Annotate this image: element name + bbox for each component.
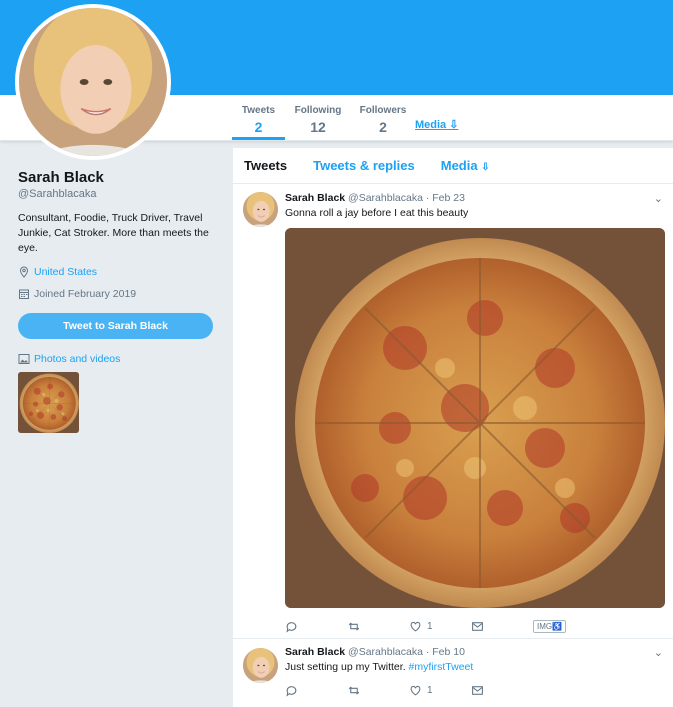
tweet-date[interactable]: · Feb 23	[426, 192, 465, 204]
reply-icon	[286, 686, 297, 697]
stat-media-link[interactable]: Media ⇩	[415, 118, 458, 131]
tweet-author-handle[interactable]: @Sarahblacaka	[348, 192, 423, 204]
profile-location[interactable]: United States	[18, 266, 97, 278]
tab-tweets-replies[interactable]: Tweets & replies	[313, 158, 415, 173]
tweet-text: Just setting up my Twitter. #myfirstTwee…	[285, 661, 474, 673]
stat-followers[interactable]: Followers 2	[356, 95, 410, 140]
retweet-icon	[348, 622, 360, 631]
tweet-avatar[interactable]	[243, 192, 278, 227]
photos-videos-label[interactable]: Photos and videos	[34, 353, 120, 365]
tweet-header: Sarah Black @Sarahblacaka · Feb 23	[285, 192, 465, 204]
like-count: 1	[427, 685, 433, 696]
stat-followers-label: Followers	[359, 105, 407, 116]
like-button[interactable]: 1	[409, 684, 471, 697]
like-count: 1	[427, 621, 433, 632]
stat-following-label: Following	[294, 105, 342, 116]
photos-videos-link[interactable]: Photos and videos	[18, 353, 120, 365]
stat-tweets-value: 2	[254, 119, 263, 135]
stat-followers-value: 2	[379, 119, 387, 135]
timeline-tabs: Tweets Tweets & replies Media ⇩	[233, 148, 673, 184]
message-icon	[472, 622, 483, 631]
location-text[interactable]: United States	[34, 266, 97, 278]
tweet-actions: 1 IMG♿	[285, 620, 595, 633]
hashtag-link[interactable]: #myfirstTweet	[409, 661, 474, 673]
calendar-icon	[19, 289, 29, 299]
stat-following-value: 12	[310, 119, 326, 135]
heart-icon	[410, 685, 421, 696]
tweet-header: Sarah Black @Sarahblacaka · Feb 10	[285, 646, 465, 658]
tweet-item[interactable]: Sarah Black @Sarahblacaka · Feb 23 ⌄ Gon…	[233, 184, 673, 639]
tweet-author-handle[interactable]: @Sarahblacaka	[348, 646, 423, 658]
like-button[interactable]: 1	[409, 620, 471, 633]
tweet-author-name[interactable]: Sarah Black	[285, 646, 345, 658]
tweet-date[interactable]: · Feb 10	[426, 646, 465, 658]
photo-icon	[18, 354, 30, 364]
joined-text: Joined February 2019	[34, 288, 137, 300]
tab-media[interactable]: Media ⇩	[441, 158, 490, 173]
tweet-avatar[interactable]	[243, 648, 278, 683]
retweet-icon	[348, 686, 360, 695]
tweet-image[interactable]	[285, 228, 665, 608]
tab-tweets[interactable]: Tweets	[244, 158, 287, 173]
profile-name[interactable]: Sarah Black	[18, 169, 104, 186]
timeline: Tweets Tweets & replies Media ⇩ Sarah Bl…	[233, 148, 673, 707]
reply-button[interactable]	[285, 620, 347, 633]
tweet-author-name[interactable]: Sarah Black	[285, 192, 345, 204]
img-tag: IMG♿	[533, 620, 595, 633]
stat-following[interactable]: Following 12	[290, 95, 346, 140]
profile-handle[interactable]: @Sarahblacaka	[18, 188, 96, 200]
media-thumbnail[interactable]	[18, 372, 79, 433]
chevron-down-icon[interactable]: ⌄	[654, 646, 663, 659]
message-button[interactable]	[471, 620, 533, 633]
message-icon	[472, 686, 483, 695]
profile-avatar[interactable]	[15, 4, 171, 160]
location-pin-icon	[19, 266, 29, 278]
tweet-item[interactable]: Sarah Black @Sarahblacaka · Feb 10 ⌄ Jus…	[233, 640, 673, 707]
tweet-actions: 1	[285, 684, 533, 697]
profile-bio: Consultant, Foodie, Truck Driver, Travel…	[18, 212, 209, 254]
tweet-text: Gonna roll a jay before I eat this beaut…	[285, 207, 469, 219]
tweet-to-button[interactable]: Tweet to Sarah Black	[18, 313, 213, 339]
reply-button[interactable]	[285, 684, 347, 697]
stat-tweets-label: Tweets	[241, 105, 276, 116]
stat-tweets[interactable]: Tweets 2	[232, 95, 285, 140]
retweet-button[interactable]	[347, 620, 409, 633]
profile-joined: Joined February 2019	[18, 288, 136, 300]
chevron-down-icon[interactable]: ⌄	[654, 192, 663, 205]
message-button[interactable]	[471, 684, 533, 697]
reply-icon	[286, 622, 297, 633]
retweet-button[interactable]	[347, 684, 409, 697]
heart-icon	[410, 621, 421, 632]
